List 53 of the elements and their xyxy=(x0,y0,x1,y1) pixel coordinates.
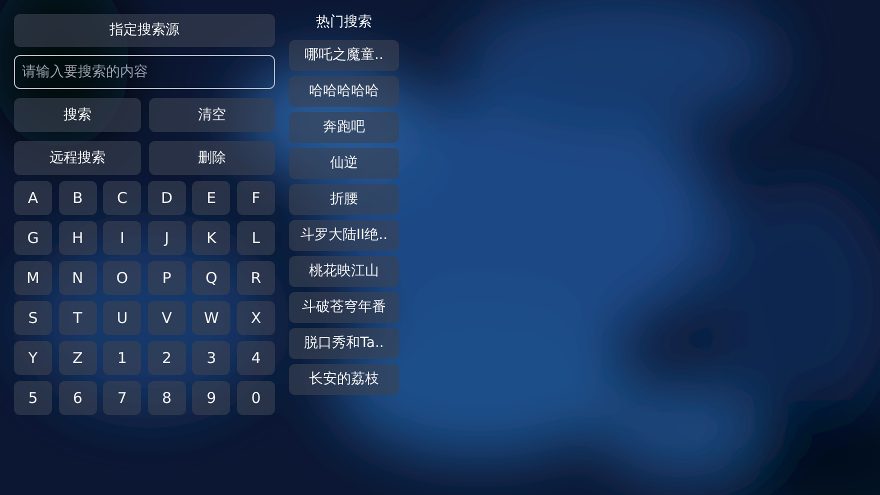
hot-search-item[interactable]: 脱口秀和Ta.. xyxy=(289,328,399,359)
keyboard-key[interactable]: C xyxy=(103,181,142,215)
clear-button[interactable]: 清空 xyxy=(148,98,275,132)
keyboard-key[interactable]: 6 xyxy=(58,381,97,415)
hot-search-item[interactable]: 桃花映江山 xyxy=(289,256,399,287)
remote-search-button[interactable]: 远程搜索 xyxy=(14,141,140,175)
keyboard-key[interactable]: S xyxy=(14,301,52,335)
keyboard-key[interactable]: D xyxy=(148,181,186,215)
keyboard-key[interactable]: 5 xyxy=(14,381,52,415)
keyboard-key[interactable]: B xyxy=(58,181,97,215)
hot-search-item[interactable]: 斗罗大陆II绝.. xyxy=(289,220,399,251)
hot-search-item[interactable]: 哪吒之魔童.. xyxy=(289,40,399,71)
keyboard-key[interactable]: G xyxy=(14,221,52,255)
keyboard-key[interactable]: R xyxy=(236,261,275,295)
keyboard-key[interactable]: F xyxy=(236,181,275,215)
keyboard-key[interactable]: X xyxy=(236,301,275,335)
hot-search-item[interactable]: 奔跑吧 xyxy=(289,112,399,143)
keyboard-key[interactable]: V xyxy=(148,301,186,335)
hot-search-title: 热门搜索 xyxy=(315,13,373,32)
keyboard-key[interactable]: E xyxy=(192,181,230,215)
keyboard-key[interactable]: I xyxy=(103,221,142,255)
keyboard-key[interactable]: N xyxy=(58,261,97,295)
keyboard-key[interactable]: 2 xyxy=(148,341,186,375)
search-field[interactable]: 请输入要搜索的内容 xyxy=(14,55,275,89)
keyboard-key[interactable]: 9 xyxy=(192,381,230,415)
hot-search-item[interactable]: 仙逆 xyxy=(289,148,399,179)
keyboard-key[interactable]: 1 xyxy=(103,341,142,375)
keyboard-key[interactable]: Y xyxy=(14,341,52,375)
keyboard-key[interactable]: A xyxy=(14,181,52,215)
keyboard-key[interactable]: W xyxy=(192,301,230,335)
source-button[interactable]: 指定搜索源 xyxy=(14,14,275,47)
keyboard-key[interactable]: 0 xyxy=(236,381,275,415)
keyboard-key[interactable]: 7 xyxy=(103,381,142,415)
keyboard-key[interactable]: Q xyxy=(192,261,230,295)
keyboard-key[interactable]: 3 xyxy=(192,341,230,375)
keyboard-key[interactable]: L xyxy=(236,221,275,255)
hot-search-item[interactable]: 折腰 xyxy=(289,184,399,215)
search-button[interactable]: 搜索 xyxy=(14,98,140,132)
keyboard-key[interactable]: 4 xyxy=(236,341,275,375)
keyboard-key[interactable]: Z xyxy=(58,341,97,375)
keyboard-key[interactable]: P xyxy=(148,261,186,295)
keyboard-key[interactable]: U xyxy=(103,301,142,335)
keyboard-key[interactable]: O xyxy=(103,261,142,295)
keyboard-key[interactable]: K xyxy=(192,221,230,255)
keyboard-key[interactable]: T xyxy=(58,301,97,335)
keyboard-key[interactable]: M xyxy=(14,261,52,295)
hot-search-item[interactable]: 哈哈哈哈哈 xyxy=(289,76,399,107)
keyboard-key[interactable]: H xyxy=(58,221,97,255)
hot-search-item[interactable]: 长安的荔枝 xyxy=(289,364,399,395)
keyboard-key[interactable]: J xyxy=(148,221,186,255)
hot-search-item[interactable]: 斗破苍穹年番 xyxy=(289,292,399,323)
delete-button[interactable]: 删除 xyxy=(148,141,275,175)
keyboard-key[interactable]: 8 xyxy=(148,381,186,415)
